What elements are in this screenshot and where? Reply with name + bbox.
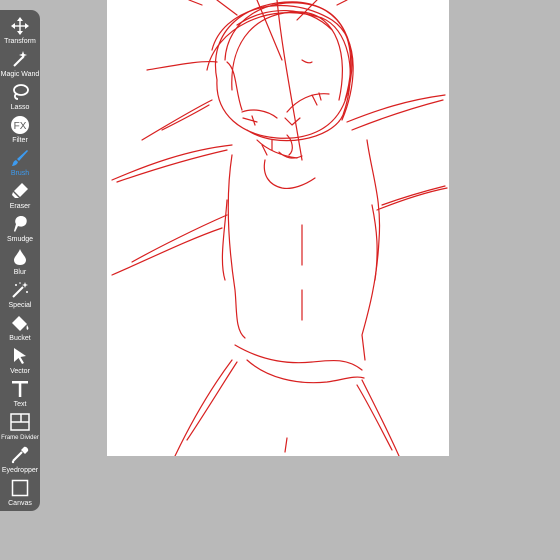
tool-lasso[interactable]: Lasso [0, 82, 40, 115]
magic-wand-icon [9, 49, 31, 69]
paint-bucket-icon [9, 313, 31, 333]
tool-smudge[interactable]: Smudge [0, 214, 40, 247]
tool-bucket[interactable]: Bucket [0, 313, 40, 346]
canvas-square-icon [9, 478, 31, 498]
tool-label: Transform [4, 38, 36, 45]
tool-label: Bucket [9, 335, 31, 342]
tool-frame-divider[interactable]: Frame Divider [0, 412, 40, 445]
red-sketch-drawing [111, 0, 448, 456]
tool-text[interactable]: Text [0, 379, 40, 412]
tool-magic-wand[interactable]: Magic Wand [0, 49, 40, 82]
drawing-canvas[interactable] [107, 0, 449, 456]
move-arrows-icon [9, 16, 31, 36]
text-t-icon [9, 379, 31, 399]
tool-canvas[interactable]: Canvas [0, 478, 40, 511]
tool-label: Blur [13, 269, 27, 276]
tool-label: Eyedropper [1, 467, 39, 474]
tool-label: Smudge [6, 236, 34, 243]
sparkle-wand-icon [9, 280, 31, 300]
pointer-arrow-icon [9, 346, 31, 366]
frame-divider-icon [9, 412, 31, 432]
brush-icon [9, 148, 31, 168]
lasso-icon [9, 82, 31, 102]
eyedropper-icon [9, 445, 31, 465]
tool-label: Brush [10, 170, 30, 177]
tool-brush[interactable]: Brush [0, 148, 40, 181]
tool-label: Eraser [9, 203, 31, 210]
tool-label: Magic Wand [0, 71, 40, 78]
tool-label: Text [13, 401, 27, 408]
eraser-icon [9, 181, 31, 201]
tool-label: Lasso [10, 104, 30, 111]
fx-icon: FX [9, 115, 31, 135]
tool-label: Special [8, 302, 32, 309]
smudge-icon [9, 214, 31, 234]
droplet-icon [9, 247, 31, 267]
tool-special[interactable]: Special [0, 280, 40, 313]
tool-label: Canvas [8, 500, 32, 507]
tool-blur[interactable]: Blur [0, 247, 40, 280]
svg-text:FX: FX [14, 121, 27, 132]
tool-label: Filter [12, 137, 28, 144]
tool-eyedropper[interactable]: Eyedropper [0, 445, 40, 478]
tool-palette: Transform Magic Wand Lasso FX Filter Bru… [0, 10, 40, 511]
tool-label: Frame Divider [1, 435, 39, 441]
tool-eraser[interactable]: Eraser [0, 181, 40, 214]
tool-transform[interactable]: Transform [0, 16, 40, 49]
tool-vector[interactable]: Vector [0, 346, 40, 379]
tool-filter[interactable]: FX Filter [0, 115, 40, 148]
tool-label: Vector [10, 368, 30, 375]
